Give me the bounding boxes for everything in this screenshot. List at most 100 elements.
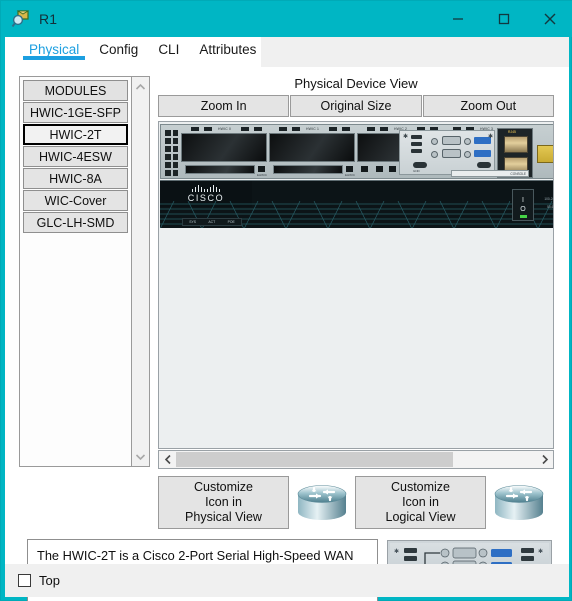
packet-tracer-magnifier-icon xyxy=(11,9,31,29)
sub-slot-label: EHWIC xyxy=(257,173,267,177)
hscroll-track[interactable] xyxy=(176,452,536,467)
slot-chip xyxy=(191,127,199,131)
router-rear-panel-image: HWIC 0 HWIC 1 HWIC 2 HWIC 3 EHWIC EHWIC … xyxy=(160,124,553,179)
cust-line-2: Icon in xyxy=(205,495,242,509)
vent-grille-icon xyxy=(165,130,178,176)
svg-text:✱: ✱ xyxy=(538,548,543,555)
module-item-wic-cover[interactable]: WIC-Cover xyxy=(23,190,128,211)
physical-device-view-title: Physical Device View xyxy=(294,76,418,91)
tab-attributes[interactable]: Attributes xyxy=(189,37,266,57)
status-led-bar: SYS ACT POE xyxy=(182,218,242,226)
sub-slot-chip xyxy=(361,166,368,172)
slot-chip xyxy=(279,127,287,131)
io-pill xyxy=(477,162,491,168)
asterisk-icon: ✱ xyxy=(488,134,494,140)
tab-config[interactable]: Config xyxy=(89,37,148,57)
zoom-out-button[interactable]: Zoom Out xyxy=(422,95,554,117)
asterisk-icon: ✱ xyxy=(403,134,409,140)
cust-line-2: Icon in xyxy=(402,495,439,509)
power-switch[interactable]: I O xyxy=(512,189,534,221)
zoom-button-bar: Zoom In Original Size Zoom Out xyxy=(158,95,554,117)
module-item-hwic-2t[interactable]: HWIC-2T xyxy=(23,124,128,145)
io-pill xyxy=(411,135,422,139)
slot-chip xyxy=(204,127,212,131)
original-size-button[interactable]: Original Size xyxy=(290,95,422,117)
router-front-panel-image: CISCO SYS ACT POE I O 100-24 50-6 xyxy=(160,180,554,228)
slot-chip xyxy=(367,127,375,131)
bottom-bar: Top xyxy=(5,564,569,597)
sub-slot-chip xyxy=(389,166,396,172)
top-checkbox-label: Top xyxy=(39,573,60,588)
aux-port xyxy=(537,145,553,163)
hscroll-thumb[interactable] xyxy=(176,452,454,467)
slot-label: HWIC 1 xyxy=(306,127,320,131)
modules-list[interactable]: MODULES HWIC-1GE-SFP HWIC-2T HWIC-4ESW H… xyxy=(20,77,132,466)
modules-list-header: MODULES xyxy=(23,80,128,101)
console-strip: CONSOLE xyxy=(451,170,529,177)
slot-chip xyxy=(292,127,300,131)
sub-slot-chip xyxy=(258,166,265,172)
window-title: R1 xyxy=(39,11,58,27)
close-button[interactable] xyxy=(527,1,572,37)
slot-chip xyxy=(241,127,249,131)
tab-cli[interactable]: CLI xyxy=(148,37,189,57)
io-screw xyxy=(431,151,438,158)
port-label: RJ45 xyxy=(508,130,516,134)
io-label: GND xyxy=(413,169,420,173)
io-pill xyxy=(413,162,427,168)
svg-text:✱: ✱ xyxy=(394,548,399,555)
led-label-poe: POE xyxy=(227,220,235,224)
slot-chip xyxy=(342,127,350,131)
device-canvas[interactable]: HWIC 0 HWIC 1 HWIC 2 HWIC 3 EHWIC EHWIC … xyxy=(158,121,554,449)
ethernet-port xyxy=(504,136,528,153)
cust-line-3: Physical View xyxy=(185,510,262,524)
top-checkbox[interactable] xyxy=(18,574,31,587)
sub-slot-chip xyxy=(346,166,353,172)
cust-line-3: Logical View xyxy=(385,510,456,524)
modules-panel: MODULES HWIC-1GE-SFP HWIC-2T HWIC-4ESW H… xyxy=(19,76,150,467)
device-config-window: R1 Physical Config CLI Attributes MODULE… xyxy=(0,0,572,601)
device-canvas-hscrollbar[interactable] xyxy=(158,450,554,469)
maximize-button[interactable] xyxy=(481,1,527,37)
router-io-connector-block: ✱ GND ✱ xyxy=(399,130,495,175)
io-screw xyxy=(431,138,438,145)
module-item-glc-lh-smd[interactable]: GLC-LH-SMD xyxy=(23,212,128,233)
window-controls xyxy=(435,1,572,37)
router-icon xyxy=(297,484,347,520)
cisco-bars-icon xyxy=(191,185,221,192)
customize-icon-row: Customize Icon in Physical View Customiz… xyxy=(158,475,554,530)
sub-slot-label: EHWIC xyxy=(345,173,355,177)
tab-physical[interactable]: Physical xyxy=(19,37,89,60)
slot-label: HWIC 0 xyxy=(218,127,232,131)
chevron-up-icon[interactable] xyxy=(132,78,149,95)
sub-slot-chip xyxy=(376,166,383,172)
ehwic-sub-slot-1 xyxy=(273,165,343,174)
customize-icon-logical-view-button[interactable]: Customize Icon in Logical View xyxy=(355,476,486,529)
module-item-hwic-8a[interactable]: HWIC-8A xyxy=(23,168,128,189)
io-pill xyxy=(411,149,422,153)
chevron-left-icon[interactable] xyxy=(159,451,176,468)
cust-line-1: Customize xyxy=(390,480,451,494)
psu-rating-label: 100-240V~3.0 A50-60 Hz xyxy=(544,197,554,209)
slot-chip xyxy=(254,127,262,131)
modules-scrollbar[interactable] xyxy=(132,77,149,466)
module-item-hwic-4esw[interactable]: HWIC-4ESW xyxy=(23,146,128,167)
slot-chip xyxy=(329,127,337,131)
hwic-slot-0 xyxy=(181,133,267,162)
minimize-button[interactable] xyxy=(435,1,481,37)
slot-chip xyxy=(380,127,388,131)
customize-icon-physical-view-button[interactable]: Customize Icon in Physical View xyxy=(158,476,289,529)
chevron-down-icon[interactable] xyxy=(132,448,149,465)
window-titlebar: R1 xyxy=(1,1,572,37)
zoom-in-button[interactable]: Zoom In xyxy=(158,95,290,117)
cust-line-1: Customize xyxy=(193,480,254,494)
serial-port xyxy=(442,149,461,158)
window-client-area: Physical Config CLI Attributes MODULES H… xyxy=(5,37,569,601)
io-screw xyxy=(464,151,471,158)
module-item-hwic-1ge-sfp[interactable]: HWIC-1GE-SFP xyxy=(23,102,128,123)
power-off-label: O xyxy=(520,206,526,213)
tab-strip: Physical Config CLI Attributes xyxy=(5,37,569,67)
led-label-sys: SYS xyxy=(189,220,196,224)
chevron-right-icon[interactable] xyxy=(536,451,553,468)
hwic-slot-1 xyxy=(269,133,355,162)
